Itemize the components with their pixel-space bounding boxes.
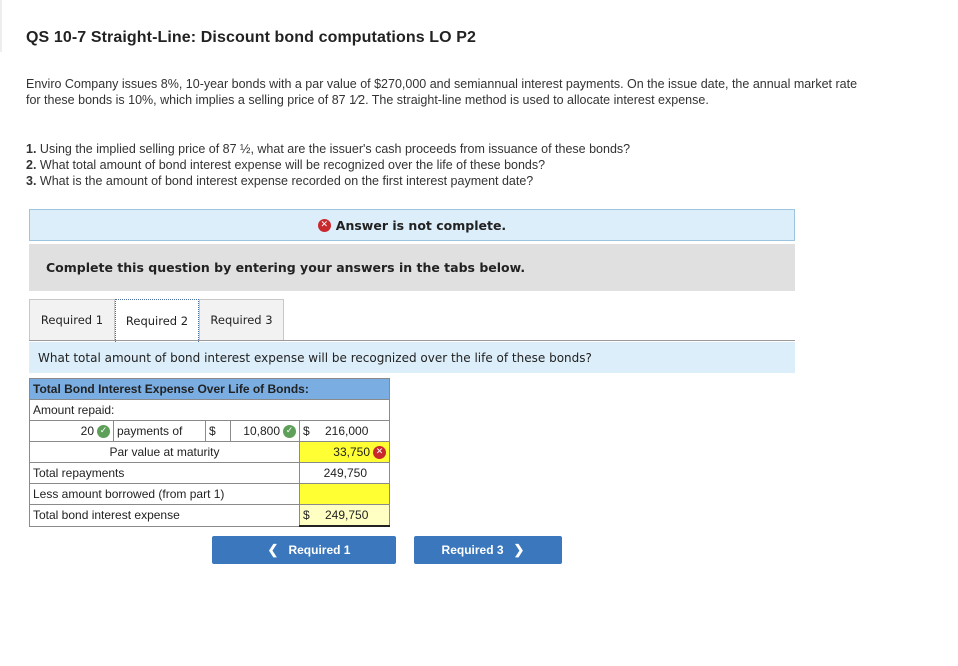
payment-currency: $	[205, 420, 231, 442]
payments-total-cell: $216,000	[299, 420, 390, 442]
par-value-cell[interactable]: 33,750 ✕	[299, 441, 390, 463]
check-circle-icon: ✓	[283, 425, 296, 439]
payments-total-value: 216,000	[325, 424, 369, 438]
page-title: QS 10-7 Straight-Line: Discount bond com…	[26, 29, 476, 46]
prev-required-label: Required 1	[288, 543, 351, 557]
active-question-text: What total amount of bond interest expen…	[38, 350, 592, 365]
problem-intro: Enviro Company issues 8%, 10-year bonds …	[26, 77, 858, 107]
payment-amount-cell[interactable]: 10,800 ✓	[230, 420, 300, 442]
instructions-bar: Complete this question by entering your …	[29, 244, 795, 291]
total-repayments-value: 249,750	[299, 462, 390, 484]
total-repayments-label: Total repayments	[29, 462, 300, 484]
tab-required-1[interactable]: Required 1	[29, 299, 115, 340]
amount-repaid-label: Amount repaid:	[29, 399, 390, 421]
problem-questions: 1. Using the implied selling price of 87…	[26, 141, 886, 189]
x-circle-icon: ✕	[373, 446, 386, 460]
less-borrowed-input[interactable]	[299, 483, 390, 505]
table-row: Less amount borrowed (from part 1)	[29, 483, 390, 505]
tab-required-3[interactable]: Required 3	[199, 299, 284, 340]
instructions-text: Complete this question by entering your …	[46, 260, 526, 275]
worksheet-header: Total Bond Interest Expense Over Life of…	[29, 378, 390, 400]
required-tabs: Required 1 Required 2 Required 3	[29, 299, 284, 342]
table-row: Total repayments 249,750	[29, 462, 390, 484]
tab-divider	[29, 340, 795, 341]
par-value-input[interactable]: 33,750	[333, 445, 370, 459]
less-borrowed-label: Less amount borrowed (from part 1)	[29, 483, 300, 505]
next-required-button[interactable]: Required 3 ❯	[414, 536, 562, 564]
chevron-left-icon: ❮	[267, 542, 279, 557]
total-expense-value: 249,750	[325, 508, 369, 522]
question-1: 1. Using the implied selling price of 87…	[26, 142, 631, 156]
tab-required-2[interactable]: Required 2	[115, 299, 199, 342]
answer-status-text: Answer is not complete.	[335, 217, 507, 233]
prev-required-button[interactable]: ❮ Required 1	[212, 536, 396, 564]
left-divider	[0, 0, 2, 52]
table-row: Amount repaid:	[29, 399, 390, 421]
payment-amount-input[interactable]: 10,800	[243, 424, 280, 438]
table-row: Par value at maturity 33,750 ✕	[29, 441, 390, 463]
interest-expense-worksheet: Total Bond Interest Expense Over Life of…	[29, 378, 390, 527]
payments-of-label: payments of	[113, 420, 206, 442]
question-2: 2. What total amount of bond interest ex…	[26, 158, 546, 172]
payments-count-input[interactable]: 20	[81, 424, 94, 438]
payments-count-cell[interactable]: 20 ✓	[29, 420, 114, 442]
active-question-bar: What total amount of bond interest expen…	[29, 342, 795, 373]
chevron-right-icon: ❯	[513, 542, 525, 557]
table-row: Total bond interest expense $249,750	[29, 504, 390, 527]
total-expense-cell: $249,750	[299, 504, 390, 527]
x-circle-icon: ✕	[317, 218, 331, 232]
next-required-label: Required 3	[441, 543, 504, 557]
question-3: 3. What is the amount of bond interest e…	[26, 174, 534, 188]
worksheet-header-row: Total Bond Interest Expense Over Life of…	[29, 378, 390, 400]
par-value-label: Par value at maturity	[29, 441, 300, 463]
total-expense-label: Total bond interest expense	[29, 504, 300, 527]
check-circle-icon: ✓	[97, 425, 110, 439]
answer-status-banner: ✕ Answer is not complete.	[29, 209, 795, 241]
table-row: 20 ✓ payments of $ 10,800 ✓ $216,000	[29, 420, 390, 442]
